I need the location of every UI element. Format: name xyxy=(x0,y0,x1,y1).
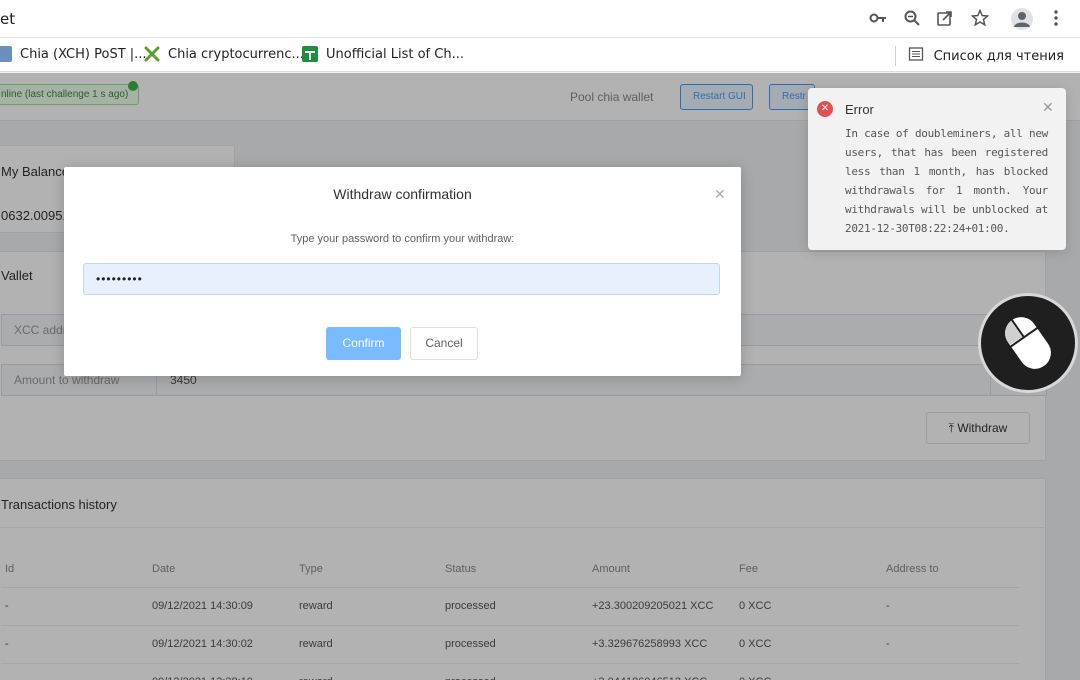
browser-address-bar[interactable]: et xyxy=(0,0,1080,38)
bookmark-star-icon[interactable] xyxy=(970,8,990,29)
profile-avatar-icon[interactable] xyxy=(1011,8,1033,30)
bookmark-chia-crypto[interactable]: Chia cryptocurrenc... xyxy=(144,46,304,62)
bookmark-label: Unofficial List of Ch... xyxy=(326,46,464,62)
zoom-icon[interactable] xyxy=(902,9,922,29)
url-text[interactable]: et xyxy=(0,10,15,28)
chia-leaf-icon xyxy=(144,46,160,62)
confirm-button[interactable]: Confirm xyxy=(326,327,401,360)
share-icon[interactable] xyxy=(935,9,955,29)
password-input[interactable]: ••••••••• xyxy=(83,263,720,295)
bookmark-chia-post[interactable]: Chia (XCH) PoST |... xyxy=(0,46,147,62)
error-notification: ✕ Error ✕ In case of doubleminers, all n… xyxy=(808,88,1066,250)
key-icon[interactable] xyxy=(868,9,888,29)
bookmark-label: Chia (XCH) PoST |... xyxy=(20,46,147,62)
bookmark-unofficial-list[interactable]: Unofficial List of Ch... xyxy=(302,46,464,62)
error-title: Error xyxy=(845,102,874,117)
reading-list-button[interactable]: Список для чтения xyxy=(894,46,1064,66)
sheets-icon xyxy=(302,46,318,62)
mouse-icon xyxy=(978,293,1078,393)
dialog-prompt: Type your password to confirm your withd… xyxy=(290,233,515,245)
withdraw-confirmation-dialog: Withdraw confirmation ✕ Type your passwo… xyxy=(64,167,741,376)
error-message: In case of doubleminers, all new users, … xyxy=(845,127,1048,235)
reading-list-label: Список для чтения xyxy=(933,48,1064,64)
close-icon[interactable]: ✕ xyxy=(714,186,726,203)
close-icon[interactable]: ✕ xyxy=(1042,99,1054,116)
bookmark-favicon-icon xyxy=(0,46,12,62)
reading-list-icon xyxy=(908,46,924,66)
bookmark-label: Chia cryptocurrenc... xyxy=(168,46,304,62)
error-icon: ✕ xyxy=(817,101,833,117)
more-menu-icon[interactable] xyxy=(1046,9,1066,29)
cancel-button[interactable]: Cancel xyxy=(410,327,478,360)
dialog-title: Withdraw confirmation xyxy=(333,186,472,202)
bookmarks-bar: Chia (XCH) PoST |... Chia cryptocurrenc.… xyxy=(0,38,1080,72)
